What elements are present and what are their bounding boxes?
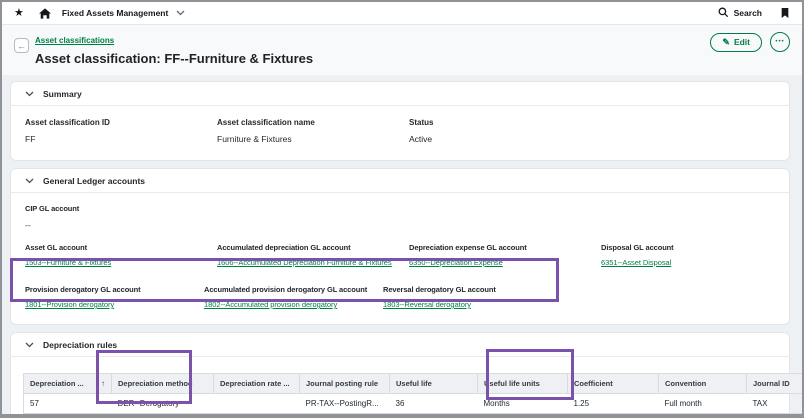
- column-header-depreciation-id[interactable]: Depreciation ... ↑: [24, 374, 112, 394]
- page-title: Asset classification: FF--Furniture & Fi…: [35, 51, 790, 66]
- field-accumulated-depreciation-gl-account: Accumulated depreciation GL account 1606…: [217, 243, 409, 270]
- bookmark-icon[interactable]: [780, 7, 790, 19]
- pencil-icon: ✎: [722, 37, 730, 48]
- gl-account-link[interactable]: 6350--Depreciation Expense: [409, 258, 503, 267]
- cell-useful-life-units: Months: [478, 394, 568, 414]
- more-actions-button[interactable]: •••: [770, 32, 790, 52]
- sort-ascending-icon: ↑: [95, 379, 105, 388]
- field-asset-classification-name: Asset classification name Furniture & Fi…: [217, 118, 409, 144]
- summary-section-header[interactable]: Summary: [11, 82, 789, 106]
- status-value: Active: [409, 134, 601, 144]
- column-header-depreciation-method[interactable]: Depreciation method: [112, 374, 214, 394]
- table-header-row: Depreciation ... ↑ Depreciation method D…: [24, 374, 804, 394]
- table-row: 57 DER--Derogatory PR-TAX--PostingR... 3…: [24, 394, 804, 414]
- cell-convention: Full month: [659, 394, 747, 414]
- back-button[interactable]: ←: [14, 38, 29, 53]
- field-cip-gl-account: CIP GL account --: [25, 204, 775, 230]
- field-asset-gl-account: Asset GL account 1503--Furniture & Fixtu…: [25, 243, 217, 270]
- gl-accounts-card: General Ledger accounts CIP GL account -…: [10, 168, 790, 325]
- column-header-coefficient[interactable]: Coefficient: [568, 374, 659, 394]
- summary-card: Summary Asset classification ID FF Asset…: [10, 81, 790, 161]
- chevron-down-icon: [176, 8, 185, 18]
- page-header: ← Asset classifications Asset classifica…: [2, 25, 802, 75]
- app-window: ★ Fixed Assets Management Search ← Asset…: [0, 0, 804, 418]
- chevron-down-icon: [25, 176, 34, 186]
- depreciation-rules-section-header[interactable]: Depreciation rules: [11, 333, 789, 357]
- field-disposal-gl-account: Disposal GL account 6351--Asset Disposal: [601, 243, 793, 270]
- top-navigation-bar: ★ Fixed Assets Management Search: [2, 2, 802, 25]
- depreciation-rules-table: Depreciation ... ↑ Depreciation method D…: [23, 373, 804, 414]
- column-header-journal-posting-rule[interactable]: Journal posting rule: [300, 374, 390, 394]
- section-title: Summary: [43, 89, 82, 99]
- field-reversal-derogatory-gl-account: Reversal derogatory GL account 1803--Rev…: [383, 285, 562, 312]
- gl-account-link[interactable]: 6351--Asset Disposal: [601, 258, 671, 267]
- column-header-useful-life-units[interactable]: Useful life units: [478, 374, 568, 394]
- section-title: Depreciation rules: [43, 340, 117, 350]
- cell-depreciation-method: DER--Derogatory: [112, 394, 214, 414]
- chevron-down-icon: [25, 89, 34, 99]
- cell-journal-id: TAX: [747, 394, 804, 414]
- cell-depreciation-rate: [214, 394, 300, 414]
- cell-useful-life: 36: [390, 394, 478, 414]
- column-header-convention[interactable]: Convention: [659, 374, 747, 394]
- field-depreciation-expense-gl-account: Depreciation expense GL account 6350--De…: [409, 243, 601, 270]
- gl-account-link[interactable]: 1802--Accumulated provision derogatory: [204, 300, 337, 309]
- field-accumulated-provision-derogatory-gl-account: Accumulated provision derogatory GL acco…: [204, 285, 383, 312]
- gl-section-header[interactable]: General Ledger accounts: [11, 169, 789, 193]
- gl-account-link[interactable]: 1503--Furniture & Fixtures: [25, 258, 111, 267]
- search-icon: [718, 7, 729, 20]
- home-icon[interactable]: [39, 8, 51, 19]
- search-button[interactable]: Search: [718, 7, 762, 20]
- gl-account-link[interactable]: 1801--Provision derogatory: [25, 300, 114, 309]
- column-header-journal-id[interactable]: Journal ID: [747, 374, 804, 394]
- breadcrumb-link[interactable]: Asset classifications: [35, 36, 114, 45]
- column-header-useful-life[interactable]: Useful life: [390, 374, 478, 394]
- favorites-star-icon[interactable]: ★: [14, 8, 24, 19]
- app-name: Fixed Assets Management: [62, 8, 168, 18]
- gl-account-link[interactable]: 1606--Accumulated Depreciation Furniture…: [217, 258, 392, 267]
- cell-coefficient: 1.25: [568, 394, 659, 414]
- depreciation-rules-card: Depreciation rules Depreciation ... ↑ D: [10, 332, 790, 418]
- field-asset-classification-id: Asset classification ID FF: [25, 118, 217, 144]
- section-title: General Ledger accounts: [43, 176, 145, 186]
- cell-depreciation-id: 57: [24, 394, 112, 414]
- field-status: Status Active: [409, 118, 601, 144]
- column-header-depreciation-rate[interactable]: Depreciation rate ...: [214, 374, 300, 394]
- chevron-down-icon: [25, 340, 34, 350]
- cell-journal-posting-rule: PR-TAX--PostingR...: [300, 394, 390, 414]
- search-label: Search: [734, 8, 762, 18]
- main-content: Summary Asset classification ID FF Asset…: [2, 75, 802, 418]
- gl-account-link[interactable]: 1803--Reversal derogatory: [383, 300, 471, 309]
- edit-button[interactable]: ✎ Edit: [710, 33, 762, 52]
- app-menu-button[interactable]: Fixed Assets Management: [62, 8, 185, 18]
- field-provision-derogatory-gl-account: Provision derogatory GL account 1801--Pr…: [25, 285, 204, 312]
